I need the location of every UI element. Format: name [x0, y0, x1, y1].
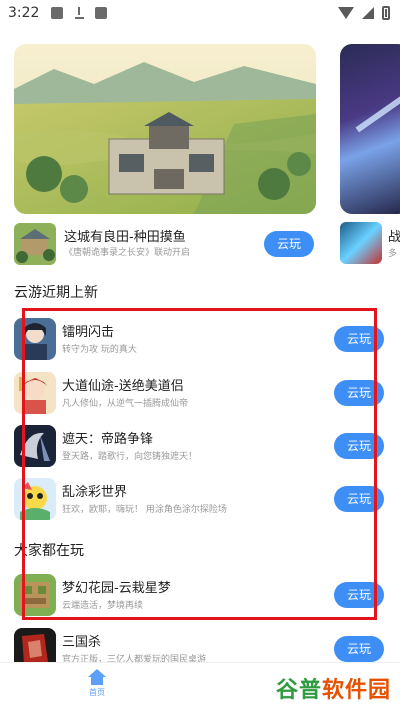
featured-cloud-play-button[interactable]: 云玩 [264, 231, 314, 257]
banner-image[interactable] [14, 44, 316, 214]
highlight-box [22, 308, 377, 620]
nav-home[interactable]: 首页 [84, 669, 110, 698]
peek-game-title: 战 [388, 230, 400, 245]
featured-game-title: 这城有良田-种田摸鱼 [64, 229, 186, 245]
wifi-icon [338, 7, 354, 19]
section-title-new: 云游近期上新 [14, 285, 98, 301]
watermark: 谷普软件园 [276, 672, 391, 704]
featured-game-subtitle: 《唐朝诡事录之长安》联动开启 [64, 247, 191, 258]
watermark-text-1: 谷普 [276, 678, 323, 703]
home-icon [88, 669, 106, 685]
nav-home-label: 首页 [89, 688, 105, 697]
download-icon [73, 7, 85, 19]
cloud-play-button[interactable]: 云玩 [334, 636, 384, 662]
watermark-text-2: 软件园 [322, 678, 392, 703]
game-title: 三国杀 [62, 635, 102, 650]
peek-game-subtitle: 多 [388, 249, 398, 259]
a-icon [95, 7, 108, 19]
status-time: 3:22 [8, 5, 40, 21]
signal-icon [362, 7, 374, 19]
featured-game[interactable]: 这城有良田-种田摸鱼 《唐朝诡事录之长安》联动开启 [14, 222, 190, 266]
image-icon [51, 7, 64, 19]
battery-icon [382, 6, 390, 20]
status-bar: 3:22 [0, 0, 400, 26]
peek-game-icon[interactable] [340, 222, 382, 264]
featured-game-icon [14, 223, 56, 265]
banner-next-image[interactable] [340, 44, 400, 214]
